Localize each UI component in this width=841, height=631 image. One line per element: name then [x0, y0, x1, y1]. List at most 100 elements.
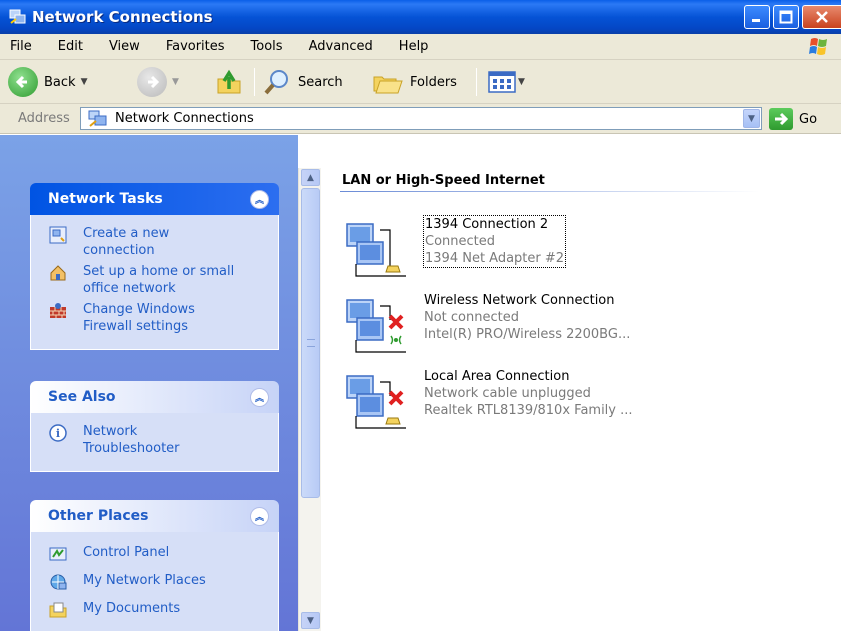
maximize-icon	[779, 10, 793, 24]
close-button[interactable]	[802, 5, 841, 29]
address-input[interactable]: Network Connections ▼	[80, 107, 762, 130]
back-arrow-icon	[8, 67, 38, 97]
menu-bar: File Edit View Favorites Tools Advanced …	[0, 34, 841, 60]
minimize-icon	[752, 19, 760, 22]
menu-favorites[interactable]: Favorites	[166, 39, 225, 54]
place-my-documents[interactable]: My Documents	[31, 600, 278, 619]
maximize-button[interactable]	[773, 5, 799, 29]
title-bar[interactable]: Network Connections	[0, 0, 841, 34]
menu-help[interactable]: Help	[399, 39, 429, 54]
minimize-button[interactable]	[744, 5, 770, 29]
network-connections-icon	[9, 9, 26, 24]
wireless-connection-icon	[346, 299, 406, 353]
menu-file[interactable]: File	[10, 39, 32, 54]
toolbar-separator	[254, 68, 255, 96]
up-button[interactable]	[214, 66, 244, 98]
documents-icon	[49, 602, 67, 618]
folders-label: Folders	[410, 74, 457, 90]
place-label: My Network Places	[83, 573, 206, 588]
see-also-panel: See Also ︽ i Network Troubleshooter	[30, 381, 279, 472]
forward-button[interactable]: ▼	[137, 66, 179, 98]
collapse-chevron-icon[interactable]: ︽	[250, 190, 269, 209]
go-arrow-icon	[769, 108, 793, 130]
close-icon	[816, 11, 828, 23]
task-pane-scrollbar[interactable]: ▲ ▼	[298, 168, 321, 631]
task-firewall-settings[interactable]: Change Windows Firewall settings	[31, 301, 278, 335]
search-button[interactable]: Search	[262, 66, 343, 98]
network-tasks-header[interactable]: Network Tasks ︽	[30, 183, 279, 215]
address-bar: Address Network Connections ▼ Go	[0, 104, 841, 134]
connection-text: Wireless Network Connection Not connecte…	[424, 292, 630, 343]
place-label: Control Panel	[83, 545, 170, 560]
connection-text: Local Area Connection Network cable unpl…	[424, 368, 633, 419]
task-label: Create a new connection	[83, 226, 170, 258]
connection-device: Intel(R) PRO/Wireless 2200BG...	[424, 327, 631, 342]
control-panel-icon	[49, 547, 67, 561]
network-places-icon	[50, 574, 67, 590]
connection-item[interactable]: 1394 Connection 2 Connected 1394 Net Ada…	[344, 215, 824, 288]
toolbar-separator	[476, 68, 477, 96]
menu-tools[interactable]: Tools	[251, 39, 283, 54]
chevron-down-icon[interactable]: ▼	[518, 77, 525, 87]
network-tasks-title: Network Tasks	[48, 191, 163, 207]
group-divider	[340, 191, 760, 192]
new-connection-icon	[49, 226, 67, 244]
task-home-network[interactable]: Set up a home or small office network	[31, 263, 278, 297]
scrollbar-thumb[interactable]	[301, 188, 320, 498]
back-label: Back	[44, 74, 76, 90]
see-also-header[interactable]: See Also ︽	[30, 381, 279, 413]
network-connections-icon	[88, 110, 107, 127]
place-label: My Documents	[83, 601, 181, 616]
back-button[interactable]: Back ▼	[8, 66, 87, 98]
task-label: Change Windows Firewall settings	[83, 302, 195, 334]
place-control-panel[interactable]: Control Panel	[31, 544, 278, 563]
task-network-troubleshooter[interactable]: i Network Troubleshooter	[31, 423, 278, 457]
connection-status: Network cable unplugged	[424, 386, 591, 401]
svg-text:i: i	[56, 427, 60, 440]
go-label: Go	[799, 111, 818, 127]
menu-view[interactable]: View	[109, 39, 140, 54]
connection-status: Not connected	[424, 310, 519, 325]
task-label: Set up a home or small office network	[83, 264, 235, 296]
connection-name: Local Area Connection	[424, 369, 570, 384]
network-tasks-body: Create a new connection Set up a home or…	[30, 215, 279, 350]
connection-item[interactable]: Local Area Connection Network cable unpl…	[344, 368, 824, 440]
other-places-body: Control Panel My Network Places My Docum…	[30, 532, 279, 631]
go-button[interactable]: Go	[769, 107, 817, 131]
connection-name: Wireless Network Connection	[424, 293, 615, 308]
collapse-chevron-icon[interactable]: ︽	[250, 507, 269, 526]
lan-connection-icon	[346, 375, 406, 429]
connection-item[interactable]: Wireless Network Connection Not connecte…	[344, 292, 824, 364]
group-header: LAN or High-Speed Internet	[342, 173, 545, 188]
menu-edit[interactable]: Edit	[58, 39, 83, 54]
toolbar: Back ▼ ▼ Search Folders ▼	[0, 60, 841, 104]
place-my-network-places[interactable]: My Network Places	[31, 572, 278, 591]
forward-arrow-icon	[137, 67, 167, 97]
windows-logo-icon	[809, 38, 827, 55]
see-also-title: See Also	[48, 389, 116, 405]
chevron-down-icon[interactable]: ▼	[172, 77, 179, 87]
folders-icon	[373, 76, 403, 94]
address-label: Address	[18, 111, 70, 126]
views-button[interactable]: ▼	[488, 66, 525, 98]
other-places-header[interactable]: Other Places ︽	[30, 500, 279, 532]
see-also-body: i Network Troubleshooter	[30, 413, 279, 472]
menu-advanced[interactable]: Advanced	[309, 39, 373, 54]
grip-icon	[307, 339, 315, 347]
search-label: Search	[298, 74, 343, 90]
task-create-connection[interactable]: Create a new connection	[31, 225, 278, 259]
connection-device: 1394 Net Adapter #2	[425, 251, 565, 266]
task-label: Network Troubleshooter	[83, 424, 180, 456]
scroll-down-icon[interactable]: ▼	[301, 612, 320, 629]
scroll-up-icon[interactable]: ▲	[301, 169, 320, 186]
connection-device: Realtek RTL8139/810x Family ...	[424, 403, 633, 418]
folders-button[interactable]: Folders	[372, 66, 457, 98]
chevron-down-icon[interactable]: ▼	[81, 77, 88, 87]
network-tasks-panel: Network Tasks ︽ Create a new connection …	[30, 183, 279, 350]
chevron-down-icon[interactable]: ▼	[743, 109, 760, 128]
other-places-panel: Other Places ︽ Control Panel My Network …	[30, 500, 279, 631]
collapse-chevron-icon[interactable]: ︽	[250, 388, 269, 407]
help-icon: i	[49, 424, 67, 442]
connections-view: LAN or High-Speed Internet 1394 Connecti…	[322, 168, 841, 631]
network-connection-icon	[346, 223, 406, 277]
